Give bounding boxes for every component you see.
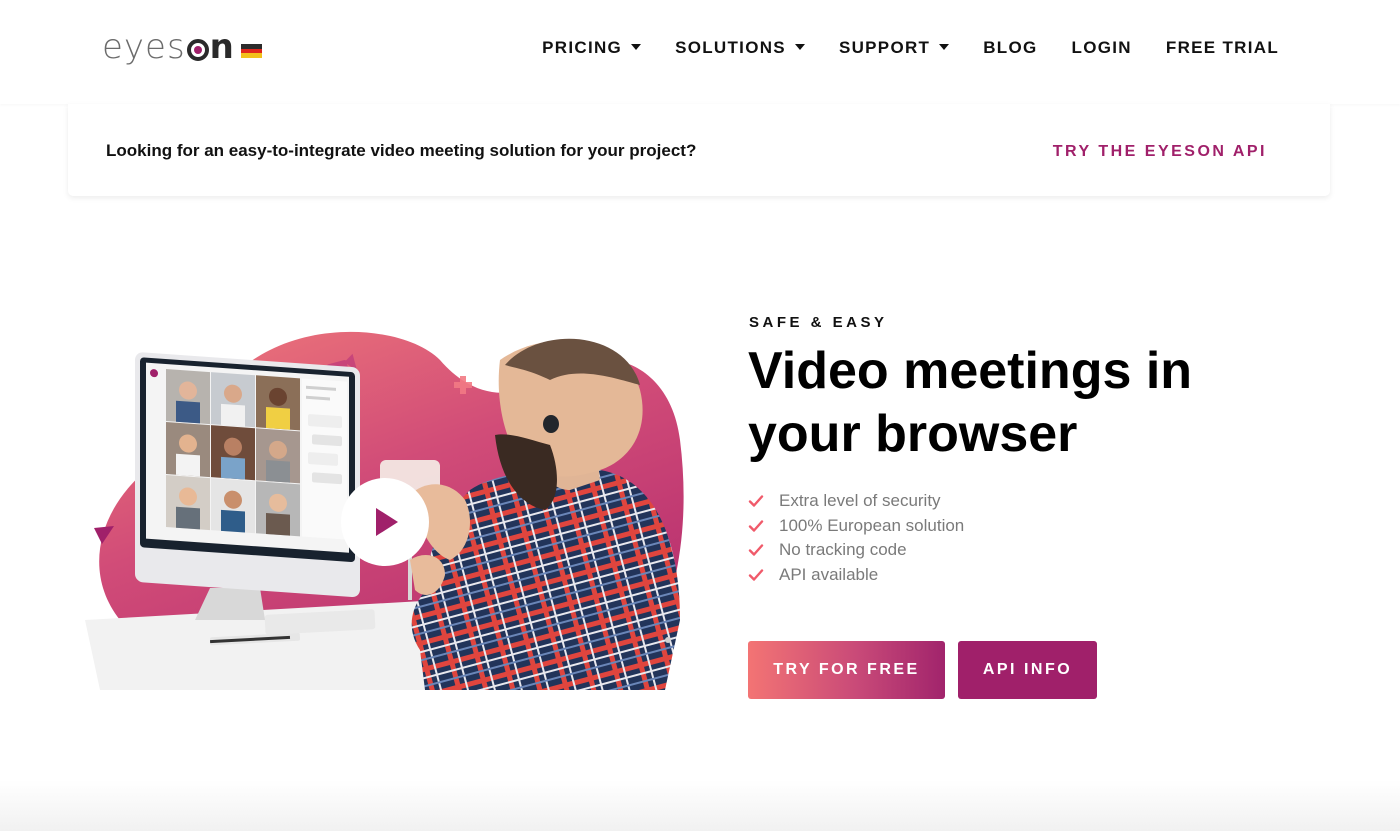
video-call-grid [166, 369, 300, 537]
nav-blog[interactable]: BLOG [983, 38, 1037, 58]
check-icon [748, 569, 764, 581]
caret-down-icon [939, 44, 950, 50]
try-for-free-button[interactable]: TRY FOR FREE [748, 641, 945, 699]
play-button [341, 478, 429, 566]
nav-pricing[interactable]: PRICING [542, 38, 642, 58]
try-api-link[interactable]: TRY THE EYESON API [1053, 143, 1267, 161]
eyeson-logo[interactable]: eyes n [102, 27, 235, 67]
api-info-button[interactable]: API INFO [958, 641, 1097, 699]
nav-login[interactable]: LOGIN [1072, 38, 1132, 58]
logo-text-prefix: eyes [102, 27, 186, 67]
nav-solutions[interactable]: SOLUTIONS [675, 38, 805, 58]
section-divider-fade [0, 780, 1400, 831]
caret-down-icon [631, 44, 642, 50]
main-nav: PRICING SOLUTIONS SUPPORT BLOG LOGIN FRE… [508, 38, 1279, 58]
api-promo-banner: Looking for an easy-to-integrate video m… [68, 104, 1330, 196]
logo-text-suffix: n [209, 27, 235, 67]
site-header: eyes n PRICING SOLUTIONS SUPPORT BLOG LOG… [0, 0, 1400, 104]
feature-text: Extra level of security [779, 491, 941, 511]
feature-text: No tracking code [779, 540, 907, 560]
hero-illustration [80, 320, 700, 690]
caret-down-icon [794, 44, 805, 50]
nav-support[interactable]: SUPPORT [838, 38, 950, 58]
hero-svg [85, 331, 684, 690]
nav-solutions-label: SOLUTIONS [675, 38, 786, 57]
feature-item: 100% European solution [748, 514, 964, 539]
hero-eyebrow: SAFE & EASY [749, 314, 888, 331]
feature-text: 100% European solution [779, 515, 965, 535]
feature-list: Extra level of security 100% European so… [748, 489, 964, 587]
banner-text: Looking for an easy-to-integrate video m… [106, 141, 697, 160]
nav-support-label: SUPPORT [838, 38, 931, 57]
feature-item: Extra level of security [748, 489, 964, 514]
feature-item: API available [748, 563, 964, 588]
check-icon [748, 520, 764, 532]
feature-item: No tracking code [748, 538, 964, 563]
logo-eye-icon [186, 39, 209, 61]
nav-pricing-label: PRICING [542, 38, 623, 57]
nav-free-trial[interactable]: FREE TRIAL [1166, 38, 1279, 58]
nav-blog-label: BLOG [983, 38, 1038, 57]
monitor [135, 352, 360, 598]
check-icon [748, 495, 764, 507]
feature-text: API available [779, 564, 879, 584]
check-icon [748, 544, 764, 556]
hero-title: Video meetings in your browser [748, 342, 1193, 463]
nav-free-trial-label: FREE TRIAL [1165, 38, 1279, 57]
nav-login-label: LOGIN [1071, 38, 1132, 57]
germany-flag-icon[interactable] [241, 44, 262, 59]
